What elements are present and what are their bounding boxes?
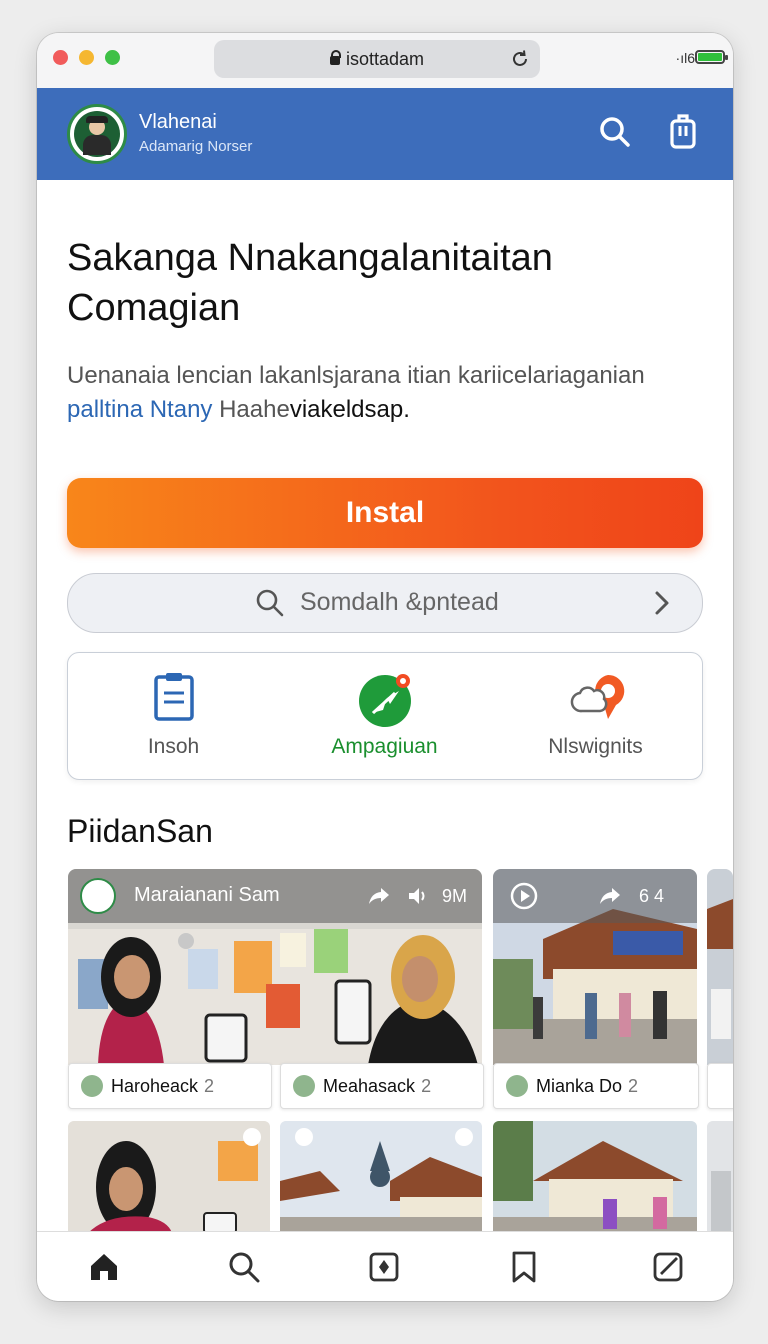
action-ampagiuan[interactable]: Ampagiuan <box>279 653 490 779</box>
install-button[interactable]: Instal <box>67 478 703 548</box>
video-card[interactable] <box>493 1121 697 1233</box>
share-icon[interactable] <box>597 884 623 908</box>
tag-name: Meahasack <box>323 1076 416 1096</box>
tag-text: Mianka Do 2 <box>536 1076 638 1097</box>
page-description: Uenanaia lencian lakanlsjarana itian kar… <box>67 359 707 427</box>
chevron-right-icon[interactable] <box>652 589 672 617</box>
action-label: Ampagiuan <box>331 735 438 758</box>
channel-avatar[interactable] <box>80 878 116 914</box>
house-photo <box>493 1121 697 1233</box>
url-text: isottadam <box>345 49 425 69</box>
browser-chrome: isottadam ·ıl6 <box>37 33 733 88</box>
video-card-partial[interactable] <box>707 869 733 1065</box>
featured-video-card[interactable]: Maraianani Sam 9M <box>68 869 482 1065</box>
tag-count: 2 <box>421 1076 432 1096</box>
action-label: Insoh <box>147 735 200 758</box>
search-placeholder: Somdalh &pntead <box>300 588 499 616</box>
phone-frame: isottadam ·ıl6 Vlahenai Adamarig Norser <box>37 33 733 1301</box>
tag-chip-partial[interactable] <box>707 1063 733 1109</box>
send-icon <box>359 674 411 727</box>
video-card[interactable] <box>68 1121 270 1233</box>
tag-text: Meahasack 2 <box>323 1076 431 1097</box>
close-window-dot[interactable] <box>53 50 68 65</box>
description-line-2: palltina Ntany Haaheviakeldsap. <box>67 393 707 427</box>
tag-chip[interactable]: Haroheack 2 <box>68 1063 272 1109</box>
quick-actions: Insoh Ampagiuan Nlswignits <box>67 652 703 780</box>
video-overlay-bar: 6 4 <box>493 869 697 923</box>
page-title: Sakanga Nnakangalanitaitan Comagian <box>67 233 707 333</box>
app-subtitle: Adamarig Norser <box>139 138 253 155</box>
app-header: Vlahenai Adamarig Norser <box>37 88 733 180</box>
partial-photo <box>707 869 733 1065</box>
play-icon[interactable] <box>509 881 539 911</box>
tag-name: Mianka Do <box>536 1076 623 1096</box>
search-icon <box>256 589 284 617</box>
search-bar[interactable]: Somdalh &pntead <box>67 573 703 633</box>
battery-icon <box>695 50 728 64</box>
video-meta: 6 4 <box>639 886 665 906</box>
video-meta: 9M <box>442 886 468 906</box>
tag-avatar <box>293 1075 315 1097</box>
tag-text: Haroheack 2 <box>111 1076 214 1097</box>
url-row: isottadam <box>214 49 540 70</box>
signal-indicator: ·ıl6 <box>675 50 695 66</box>
address-bar[interactable]: isottadam <box>214 40 540 78</box>
tag-chip[interactable]: Mianka Do 2 <box>493 1063 699 1109</box>
reload-icon[interactable] <box>510 49 530 69</box>
description-line-1: Uenanaia lencian lakanlsjarana itian kar… <box>67 362 645 389</box>
description-link[interactable]: palltina Ntany <box>67 396 212 423</box>
village-photo <box>280 1121 482 1233</box>
bottom-navigation <box>37 1231 733 1301</box>
action-nlswignits[interactable]: Nlswignits <box>490 653 701 779</box>
video-overlay-bar: Maraianani Sam 9M <box>68 869 482 923</box>
tag-avatar <box>506 1075 528 1097</box>
video-card-partial[interactable] <box>707 1121 733 1233</box>
chat-bubble-icon <box>570 674 625 719</box>
volume-icon[interactable] <box>406 884 430 908</box>
action-insoh[interactable]: Insoh <box>68 653 279 779</box>
bookmark-icon[interactable] <box>507 1250 541 1284</box>
compose-icon[interactable] <box>367 1250 401 1284</box>
home-icon[interactable] <box>87 1250 121 1284</box>
minimize-window-dot[interactable] <box>79 50 94 65</box>
page-title-line-2: Comagian <box>67 287 241 329</box>
description-text: Haahe <box>212 396 290 423</box>
edit-icon[interactable] <box>651 1250 685 1284</box>
page-title-line-1: Sakanga Nnakangalanitaitan <box>67 237 553 279</box>
video-title: Maraianani Sam <box>134 884 280 906</box>
tag-chip[interactable]: Meahasack 2 <box>280 1063 484 1109</box>
avatar[interactable] <box>67 104 127 164</box>
share-icon[interactable] <box>366 884 392 908</box>
partial-photo <box>707 1121 733 1233</box>
video-card[interactable]: 6 4 <box>493 869 697 1065</box>
search-icon[interactable] <box>595 112 635 152</box>
clipboard-share-icon[interactable] <box>663 112 703 152</box>
tag-count: 2 <box>628 1076 639 1096</box>
lock-icon <box>329 50 341 65</box>
video-card[interactable] <box>280 1121 482 1233</box>
tag-count: 2 <box>204 1076 215 1096</box>
classroom-photo <box>68 1121 270 1233</box>
maximize-window-dot[interactable] <box>105 50 120 65</box>
app-title: Vlahenai <box>139 111 217 133</box>
description-text-dark: viakeldsap. <box>289 396 410 423</box>
section-title: PiidanSan <box>67 813 213 849</box>
action-label: Nlswignits <box>548 735 643 758</box>
search-icon[interactable] <box>227 1250 261 1284</box>
clipboard-icon <box>154 673 194 721</box>
tag-avatar <box>81 1075 103 1097</box>
tag-name: Haroheack <box>111 1076 199 1096</box>
